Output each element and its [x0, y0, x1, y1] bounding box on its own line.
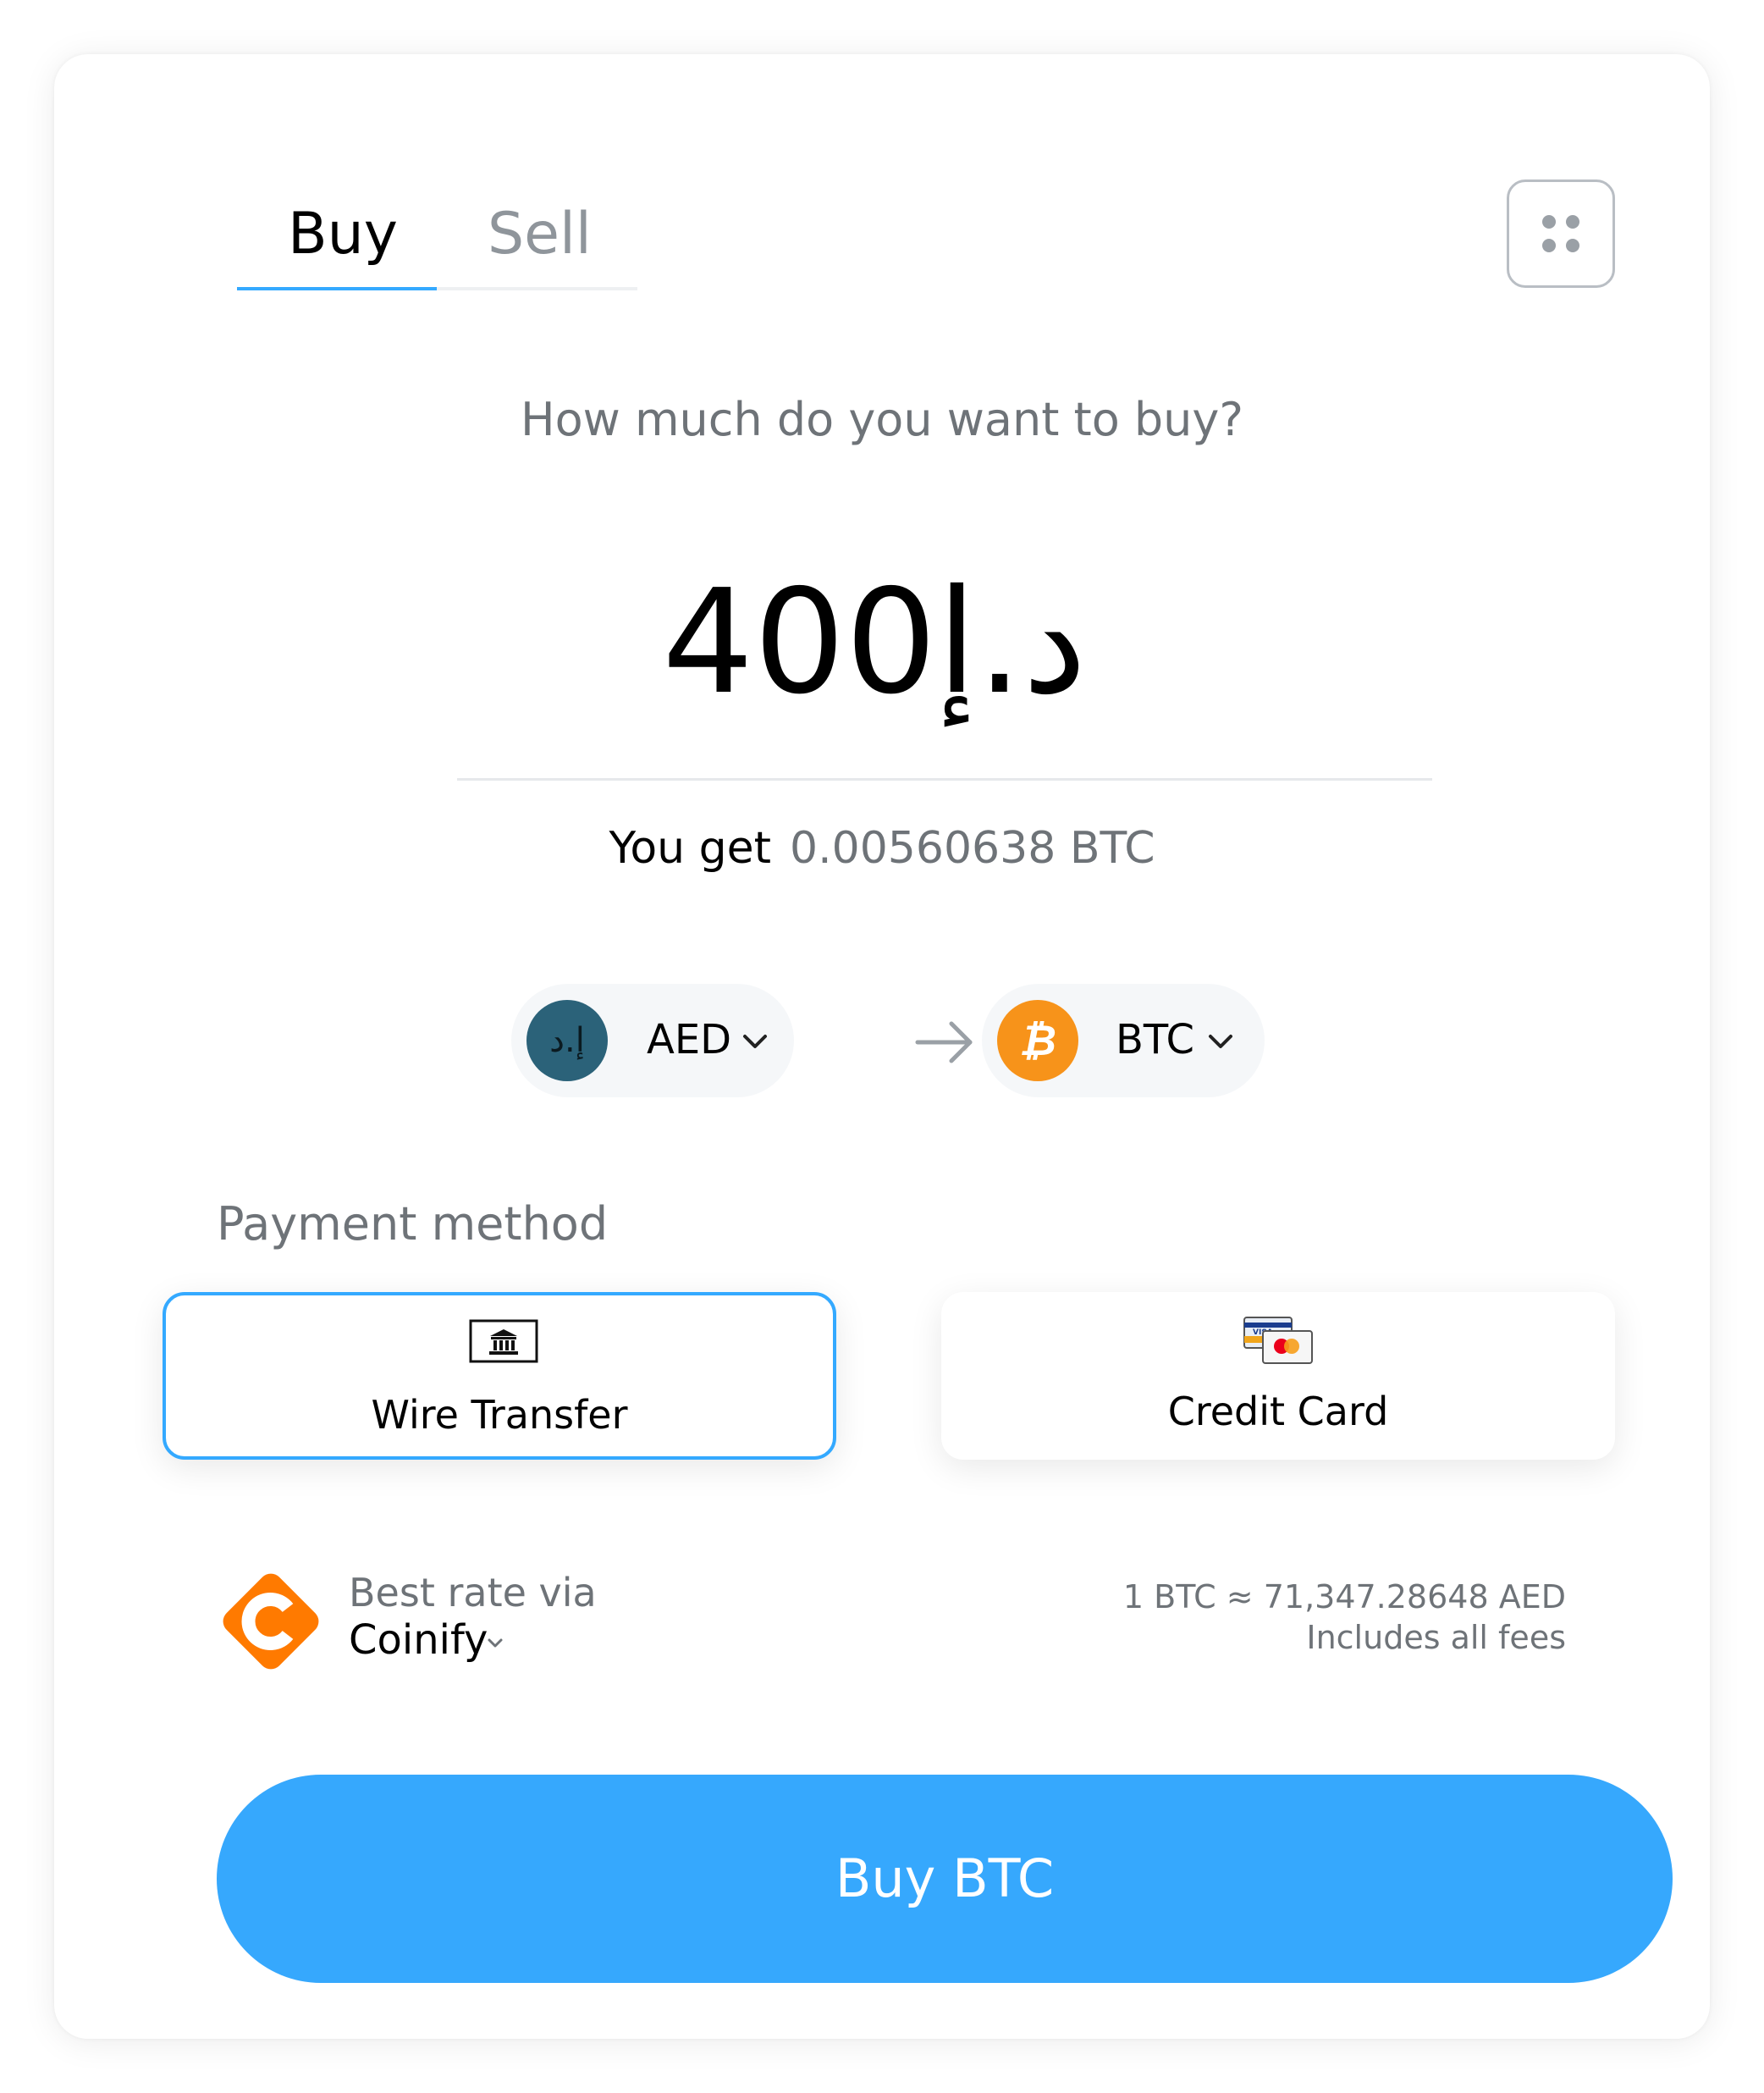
chevron-down-icon[interactable]: [482, 1631, 508, 1656]
aed-coin-icon: إ.د: [526, 1000, 608, 1081]
currency-symbol: د.إ: [936, 559, 1087, 726]
payment-method-label: Payment method: [217, 1197, 609, 1251]
chevron-down-icon: [743, 1035, 767, 1048]
fees-note: Includes all fees: [1306, 1619, 1566, 1656]
provider-selector[interactable]: Coinify: [349, 1616, 488, 1664]
active-tab-indicator: [237, 287, 437, 290]
arrow-right-icon: [915, 1021, 973, 1063]
payment-option-label: Credit Card: [1167, 1389, 1389, 1434]
buy-widget-card: Buy Sell How much do you want to buy? د.…: [54, 54, 1710, 2039]
receive-label: You get: [609, 823, 772, 874]
payment-option-credit-card[interactable]: VISA Credit Card: [941, 1292, 1615, 1460]
credit-card-icon: VISA: [1243, 1317, 1313, 1364]
to-currency-code: BTC: [1116, 1016, 1194, 1063]
best-rate-label: Best rate via: [349, 1570, 597, 1615]
menu-button[interactable]: [1507, 179, 1615, 288]
chevron-down-icon: [1209, 1035, 1232, 1048]
receive-estimate: You get 0.00560638 BTC: [54, 823, 1710, 874]
payment-option-label: Wire Transfer: [371, 1392, 628, 1438]
payment-option-wire-transfer[interactable]: Wire Transfer: [163, 1292, 836, 1460]
amount-input[interactable]: د.إ400: [54, 545, 1710, 740]
to-currency-selector[interactable]: ₿ BTC: [982, 984, 1265, 1097]
tab-sell[interactable]: Sell: [488, 196, 592, 273]
from-currency-code: AED: [647, 1016, 732, 1063]
from-currency-selector[interactable]: إ.د AED: [511, 984, 794, 1097]
receive-value: 0.00560638 BTC: [790, 823, 1155, 874]
exchange-rate: 1 BTC ≈ 71,347.28648 AED: [1122, 1578, 1566, 1615]
amount-prompt: How much do you want to buy?: [520, 393, 1244, 446]
amount-underline: [457, 778, 1432, 781]
btc-coin-icon: ₿: [997, 1000, 1078, 1081]
bank-icon: [469, 1319, 538, 1363]
amount-value: 400: [662, 559, 937, 726]
buy-btc-button[interactable]: Buy BTC: [217, 1775, 1673, 1983]
tab-buy[interactable]: Buy: [288, 196, 398, 273]
coinify-logo: [223, 1573, 319, 1670]
